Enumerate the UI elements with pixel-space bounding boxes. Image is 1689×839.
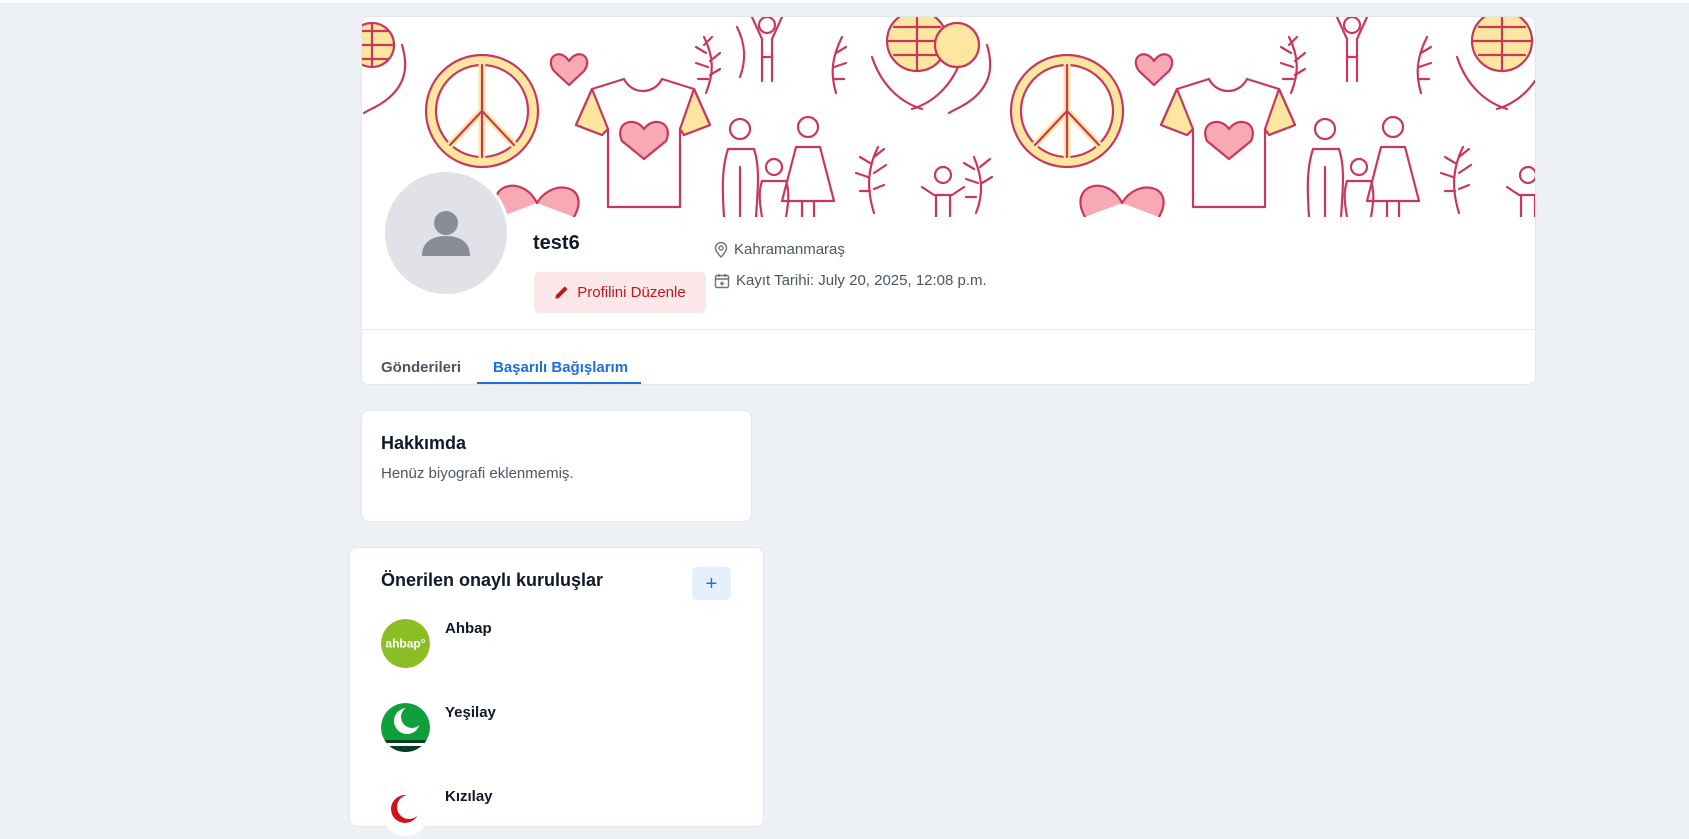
join-date-text: Kayıt Tarihi: July 20, 2025, 12:08 p.m. [736, 272, 987, 289]
ahbap-logo: ahbap° [381, 619, 430, 668]
tab-successful-donations[interactable]: Başarılı Bağışlarım [493, 359, 628, 376]
edit-profile-button[interactable]: Profilini Düzenle [534, 272, 706, 313]
org-name: Kızılay [445, 788, 493, 805]
kizilay-logo [381, 787, 430, 836]
about-card: Hakkımda Henüz biyografi eklenmemiş. [361, 410, 752, 522]
suggested-orgs-title: Önerilen onaylı kuruluşlar [381, 570, 604, 590]
about-text: Henüz biyografi eklenmemiş. [381, 465, 574, 482]
tab-posts[interactable]: Gönderileri [381, 359, 461, 376]
yesilay-logo [381, 703, 430, 752]
org-item-kizilay[interactable]: Kızılay [381, 787, 741, 839]
add-org-button[interactable]: + [692, 567, 731, 600]
location-pin-icon [714, 241, 728, 258]
profile-divider [362, 329, 1535, 330]
profile-card: test6 Profilini Düzenle Kahramanmaraş Ka… [361, 16, 1536, 385]
suggested-orgs-card: Önerilen onaylı kuruluşlar + ahbap° Ahba… [349, 547, 764, 836]
avatar [382, 169, 510, 297]
user-silhouette-icon [422, 211, 470, 256]
org-name: Ahbap [445, 620, 492, 637]
about-title: Hakkımda [381, 433, 467, 453]
top-strip [0, 0, 1689, 3]
profile-location: Kahramanmaraş [714, 241, 845, 258]
ahbap-logo-text: ahbap° [385, 637, 425, 651]
edit-profile-label: Profilini Düzenle [577, 284, 686, 301]
calendar-icon [714, 273, 730, 288]
pencil-icon [555, 286, 568, 299]
active-tab-indicator [477, 382, 641, 384]
org-item-ahbap[interactable]: ahbap° Ahbap [381, 619, 741, 671]
org-item-yesilay[interactable]: Yeşilay [381, 703, 741, 755]
cover-image [362, 17, 1535, 217]
org-name: Yeşilay [445, 704, 496, 721]
location-text: Kahramanmaraş [734, 241, 845, 258]
profile-join-date: Kayıt Tarihi: July 20, 2025, 12:08 p.m. [714, 272, 987, 289]
cover-pattern [362, 17, 1535, 217]
profile-username: test6 [533, 232, 580, 254]
